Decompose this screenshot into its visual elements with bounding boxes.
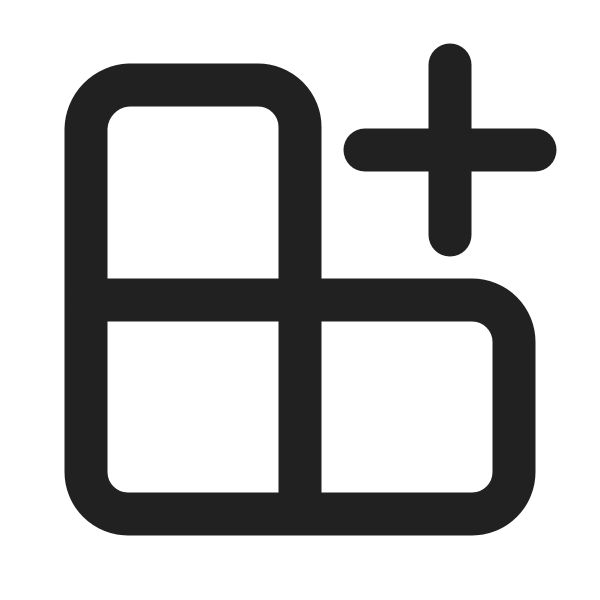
apps-add-in-icon [64, 43, 557, 536]
icon-canvas [0, 0, 600, 600]
